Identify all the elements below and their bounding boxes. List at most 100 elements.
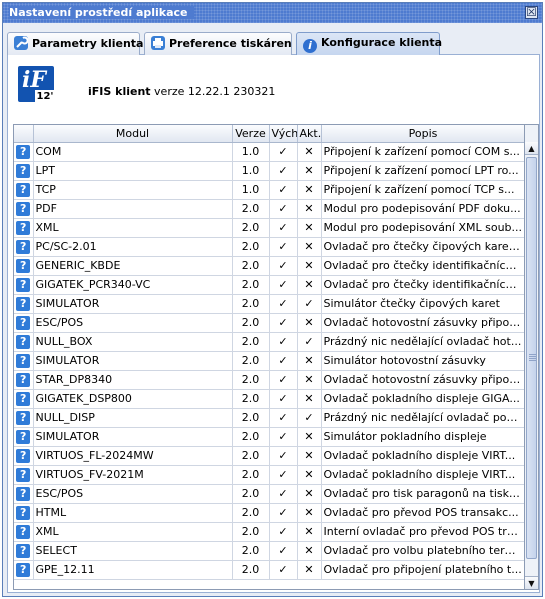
row-help-cell[interactable]: ? xyxy=(14,484,34,504)
row-help-cell[interactable]: ? xyxy=(14,446,34,466)
scroll-down-button[interactable]: ▼ xyxy=(525,576,538,589)
table-row[interactable]: ? PDF 2.0 ✓ ✕ Modul pro podepisování PDF doku… xyxy=(14,199,524,219)
tab-printer-preferences[interactable]: Preference tiskáren xyxy=(144,32,292,55)
help-icon[interactable]: ? xyxy=(16,391,31,406)
help-icon[interactable]: ? xyxy=(16,410,31,425)
table-row[interactable]: ? SIMULATOR 2.0 ✓ ✓ Simulátor čtečky čipových… xyxy=(14,294,524,314)
row-help-cell[interactable]: ? xyxy=(14,503,34,523)
module-description: Připojení k zařízení pomocí COM s... xyxy=(321,142,524,162)
table-row[interactable]: ? COM 1.0 ✓ ✕ Připojení k zařízení pomocí COM… xyxy=(14,142,524,162)
table-row[interactable]: ? SIMULATOR 2.0 ✓ ✕ Simulátor hotovostní zásu… xyxy=(14,351,524,371)
row-help-cell[interactable]: ? xyxy=(14,541,34,561)
help-icon[interactable]: ? xyxy=(16,277,31,292)
active-flag: ✕ xyxy=(297,522,322,542)
help-icon[interactable]: ? xyxy=(16,296,31,311)
help-icon[interactable]: ? xyxy=(16,163,31,178)
configuration-panel: iF 12' iFIS klient verze 12.22.1 230321 … xyxy=(7,55,540,593)
module-version: 2.0 xyxy=(232,389,270,409)
row-help-cell[interactable]: ? xyxy=(14,218,34,238)
table-row[interactable]: ? ESC/POS 2.0 ✓ ✕ Ovladač pro tisk paragonů n… xyxy=(14,484,524,504)
close-button[interactable]: ☒ xyxy=(525,6,538,19)
table-row[interactable]: ? VIRTUOS_FL-2024MW 2.0 ✓ ✕ Ovladač pokladníh… xyxy=(14,446,524,466)
table-row[interactable]: ? SELECT 2.0 ✓ ✕ Ovladač pro volbu platebního… xyxy=(14,541,524,561)
help-icon[interactable]: ? xyxy=(16,524,31,539)
row-help-cell[interactable]: ? xyxy=(14,332,34,352)
row-help-cell[interactable]: ? xyxy=(14,294,34,314)
table-row[interactable]: ? GIGATEK_PCR340-VC 2.0 ✓ ✕ Ovladač pro čtečk… xyxy=(14,275,524,295)
help-icon[interactable]: ? xyxy=(16,220,31,235)
help-icon[interactable]: ? xyxy=(16,429,31,444)
vertical-scrollbar[interactable]: ▲ ▼ xyxy=(525,124,539,590)
help-icon[interactable]: ? xyxy=(16,353,31,368)
tab-label: Parametry klienta xyxy=(32,37,144,50)
default-flag: ✓ xyxy=(269,218,298,238)
module-name: VIRTUOS_FV-2021M xyxy=(33,465,233,485)
table-row[interactable]: ? SIMULATOR 2.0 ✓ ✕ Simulátor pokladního disp… xyxy=(14,427,524,447)
default-flag: ✓ xyxy=(269,275,298,295)
title-bar[interactable]: Nastavení prostředí aplikace ☒ xyxy=(3,3,542,23)
row-help-cell[interactable]: ? xyxy=(14,370,34,390)
help-icon[interactable]: ? xyxy=(16,334,31,349)
module-version: 2.0 xyxy=(232,427,270,447)
scroll-up-button[interactable]: ▲ xyxy=(525,142,538,155)
row-help-cell[interactable]: ? xyxy=(14,408,34,428)
default-flag: ✓ xyxy=(269,541,298,561)
active-flag: ✓ xyxy=(297,408,322,428)
table-row[interactable]: ? VIRTUOS_FV-2021M 2.0 ✓ ✕ Ovladač pokladního… xyxy=(14,465,524,485)
row-help-cell[interactable]: ? xyxy=(14,427,34,447)
help-icon[interactable]: ? xyxy=(16,562,31,577)
table-row[interactable]: ? GENERIC_KBDE 2.0 ✓ ✕ Ovladač pro čtečky ide… xyxy=(14,256,524,276)
table-row[interactable]: ? PC/SC-2.01 2.0 ✓ ✕ Ovladač pro čtečky čipov… xyxy=(14,237,524,257)
column-header-module[interactable]: Modul xyxy=(33,125,233,143)
help-icon[interactable]: ? xyxy=(16,543,31,558)
row-help-cell[interactable]: ? xyxy=(14,313,34,333)
help-icon[interactable]: ? xyxy=(16,505,31,520)
help-icon[interactable]: ? xyxy=(16,258,31,273)
tab-client-configuration[interactable]: i Konfigurace klienta xyxy=(296,32,442,55)
tab-client-parameters[interactable]: Parametry klienta xyxy=(7,32,144,55)
help-icon[interactable]: ? xyxy=(16,467,31,482)
table-row[interactable]: ? NULL_DISP 2.0 ✓ ✓ Prázdný nic nedělající ov… xyxy=(14,408,524,428)
table-row[interactable]: ? HTML 2.0 ✓ ✕ Ovladač pro převod POS transak… xyxy=(14,503,524,523)
row-help-cell[interactable]: ? xyxy=(14,522,34,542)
help-icon[interactable]: ? xyxy=(16,315,31,330)
row-help-cell[interactable]: ? xyxy=(14,560,34,580)
column-header-default[interactable]: Vých. xyxy=(269,125,298,143)
help-icon[interactable]: ? xyxy=(16,201,31,216)
table-row[interactable]: ? GPE_12.11 2.0 ✓ ✕ Ovladač pro připojení pla… xyxy=(14,560,524,580)
row-help-cell[interactable]: ? xyxy=(14,389,34,409)
table-row[interactable]: ? STAR_DP8340 2.0 ✓ ✕ Ovladač hotovostní zásu… xyxy=(14,370,524,390)
column-header-version[interactable]: Verze xyxy=(232,125,270,143)
table-row[interactable]: ? ESC/POS 2.0 ✓ ✕ Ovladač hotovostní zásuvky … xyxy=(14,313,524,333)
table-row[interactable]: ? LPT 1.0 ✓ ✕ Připojení k zařízení pomocí LPT… xyxy=(14,161,524,181)
table-row[interactable]: ? XML 2.0 ✓ ✕ Interní ovladač pro převod POS … xyxy=(14,522,524,542)
help-icon[interactable]: ? xyxy=(16,144,31,159)
table-row[interactable]: ? NULL_BOX 2.0 ✓ ✓ Prázdný nic nedělající ovl… xyxy=(14,332,524,352)
help-icon[interactable]: ? xyxy=(16,182,31,197)
row-help-cell[interactable]: ? xyxy=(14,256,34,276)
column-header-icon[interactable] xyxy=(14,125,34,143)
row-help-cell[interactable]: ? xyxy=(14,275,34,295)
table-row[interactable]: ? TCP 1.0 ✓ ✕ Připojení k zařízení pomocí TCP… xyxy=(14,180,524,200)
module-description: Ovladač pro tisk paragonů na tiská... xyxy=(321,484,524,504)
module-version: 2.0 xyxy=(232,256,270,276)
scroll-thumb[interactable] xyxy=(526,157,537,559)
table-row[interactable]: ? GIGATEK_DSP800 2.0 ✓ ✕ Ovladač pokladního d… xyxy=(14,389,524,409)
help-icon[interactable]: ? xyxy=(16,239,31,254)
help-icon[interactable]: ? xyxy=(16,486,31,501)
module-name: ESC/POS xyxy=(33,313,233,333)
help-icon[interactable]: ? xyxy=(16,372,31,387)
module-description: Ovladač hotovostní zásuvky připoje... xyxy=(321,370,524,390)
help-icon[interactable]: ? xyxy=(16,448,31,463)
row-help-cell[interactable]: ? xyxy=(14,199,34,219)
row-help-cell[interactable]: ? xyxy=(14,237,34,257)
row-help-cell[interactable]: ? xyxy=(14,465,34,485)
settings-window: Nastavení prostředí aplikace ☒ Parametry… xyxy=(2,2,543,597)
row-help-cell[interactable]: ? xyxy=(14,351,34,371)
row-help-cell[interactable]: ? xyxy=(14,180,34,200)
column-header-active[interactable]: Akt. xyxy=(297,125,322,143)
table-row[interactable]: ? XML 2.0 ✓ ✕ Modul pro podepisování XML soub… xyxy=(14,218,524,238)
row-help-cell[interactable]: ? xyxy=(14,142,34,162)
row-help-cell[interactable]: ? xyxy=(14,161,34,181)
column-header-description[interactable]: Popis xyxy=(321,125,524,143)
